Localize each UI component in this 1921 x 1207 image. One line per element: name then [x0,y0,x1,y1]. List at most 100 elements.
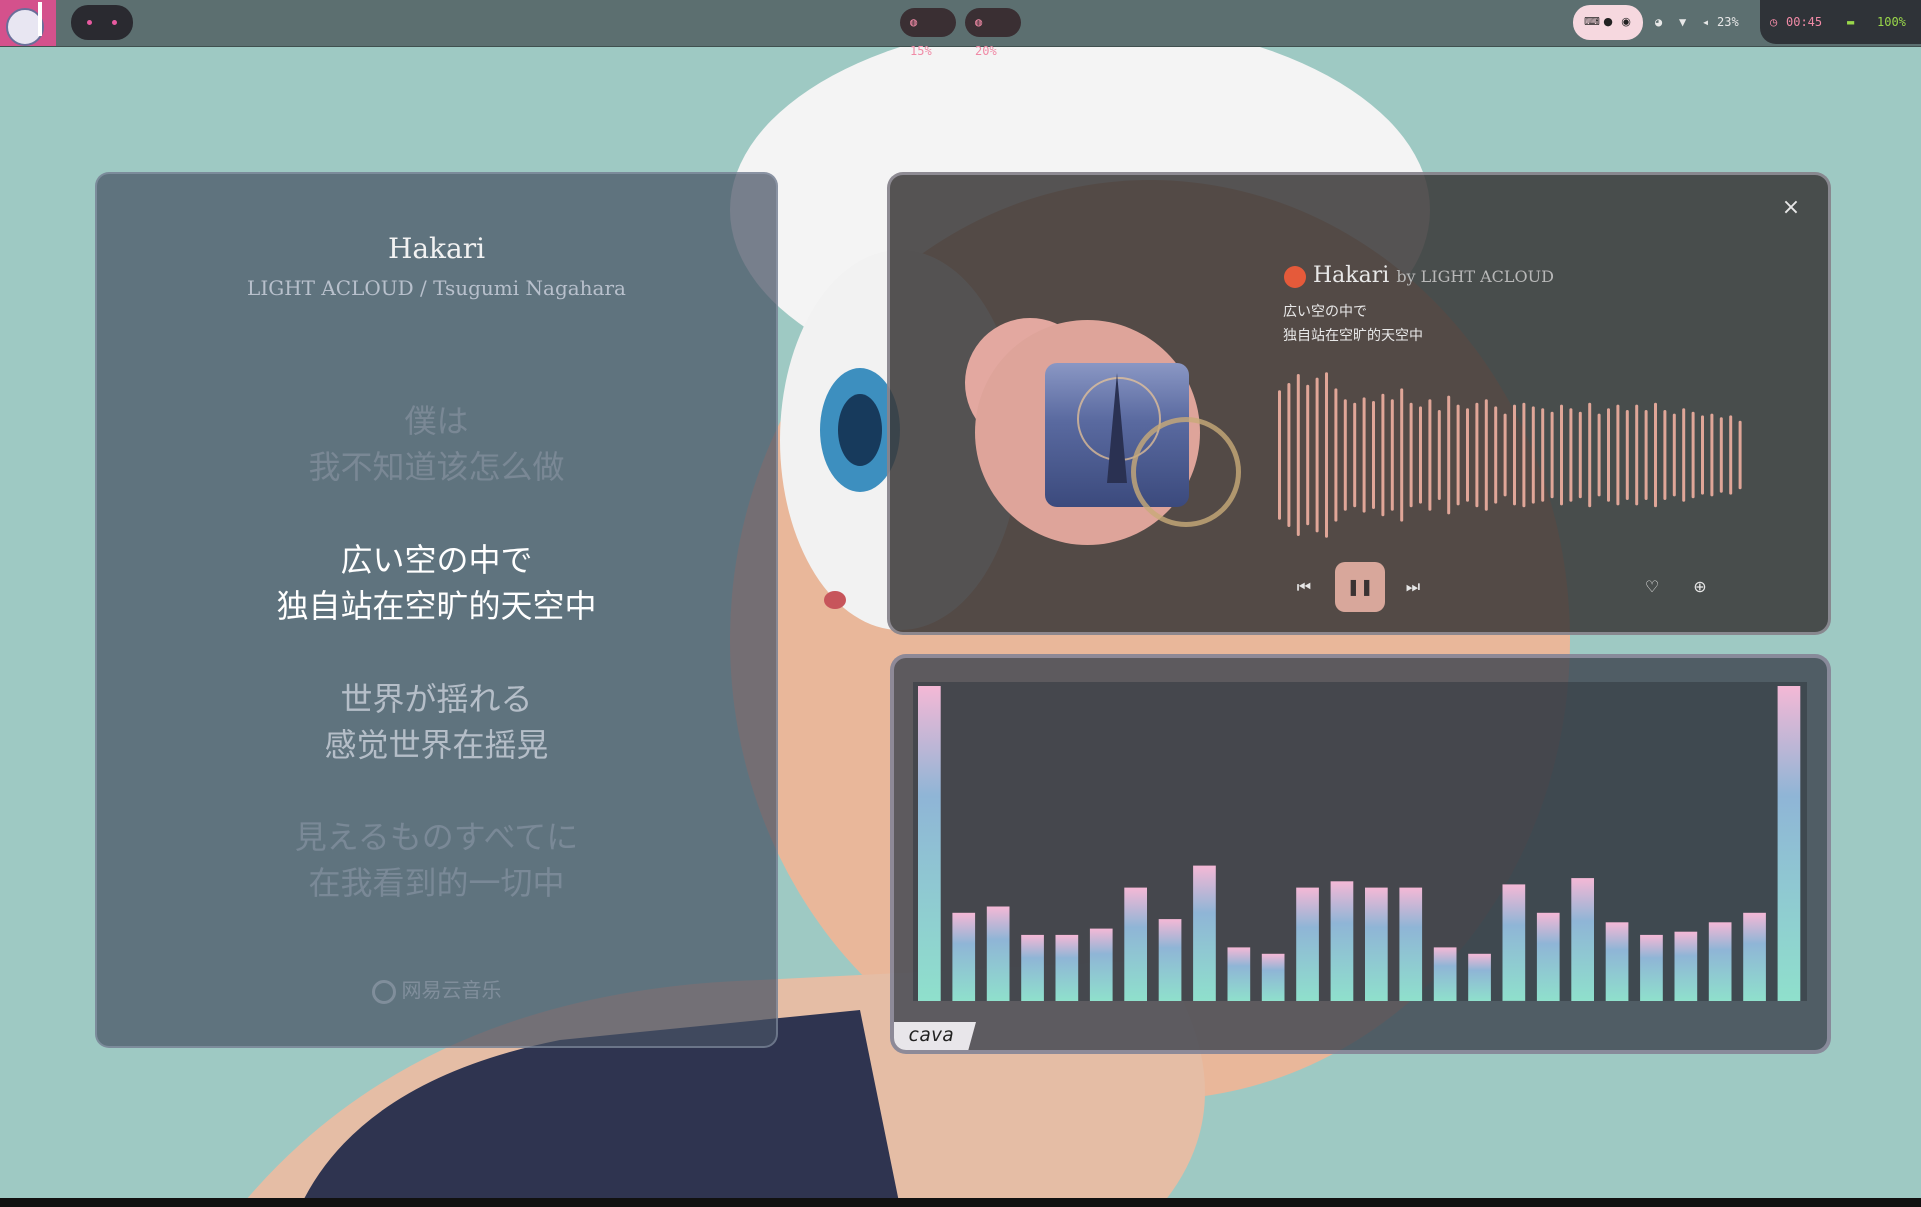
waveform-bar [1353,402,1357,508]
lyrics-panel: Hakari LIGHT ACLOUD / Tsugumi Nagahara 僕… [95,172,778,1048]
waveform-bar [1663,410,1667,500]
lyric-line[interactable]: 見えるものすべてに 在我看到的一切中 [97,814,776,906]
progress-waveform[interactable] [1278,365,1748,545]
workspace-dot-2[interactable] [112,20,117,25]
system-tray: ⌨ ● ◉ [1573,5,1643,40]
cava-bar [1708,922,1732,1001]
launcher-avatar[interactable] [0,0,56,46]
battery-value: 100% [1877,15,1906,29]
cava-bar [1158,919,1182,1001]
clock-battery-pill: ◷ 00:45 ▬ 100% [1760,0,1921,44]
waveform-bar [1287,383,1291,527]
waveform-bar [1597,413,1601,497]
cava-bar [1536,912,1560,1001]
previous-icon[interactable]: ⏮ [1294,577,1314,597]
waveform-bar [1588,402,1592,508]
volume-value[interactable]: 23% [1717,10,1739,34]
workspace-indicator[interactable] [71,5,133,40]
lyric-jp: 見えるものすべてに [294,818,579,856]
top-bar: ◍ 15% ◍ 20% ⌨ ● ◉ ◕ ▼ ◂ 23% ◷ 00:45 ▬ 10… [0,0,1921,58]
linux-icon[interactable]: ● [1602,16,1614,28]
cava-bar [1193,865,1216,1001]
cava-bar [1021,934,1044,1001]
lyric-jp: 広い空の中で [340,541,533,579]
record-icon[interactable]: ◉ [1620,16,1632,28]
player-lyric-cn: 独自站在空旷的天空中 [1283,328,1423,344]
heart-icon[interactable]: ♡ [1642,577,1662,597]
waveform-bar [1409,402,1413,508]
lyric-jp: 世界が揺れる [340,680,533,718]
waveform-bar [1569,408,1573,502]
cava-bar [1468,953,1491,1001]
waveform-bar [1522,402,1526,508]
cava-bar [1124,887,1147,1001]
cava-bar [1399,887,1423,1001]
lyric-line-active[interactable]: 広い空の中で 独自站在空旷的天空中 [97,537,776,629]
cava-bar [1330,881,1354,1001]
waveform-bar [1278,390,1281,520]
waveform-bar [1616,404,1620,506]
pause-button[interactable]: ❚❚ [1335,562,1385,612]
cava-bar [1605,922,1629,1001]
waveform-bar [1334,388,1338,522]
workspace-dot-1[interactable] [87,20,92,25]
cava-bar [918,686,941,1001]
palette-icon[interactable]: ◕ [1655,10,1662,34]
cava-bar [1227,947,1251,1001]
waveform-bar [1475,402,1479,508]
waveform-bar [1296,374,1300,536]
volume-icon[interactable]: ◂ [1702,10,1709,34]
waveform-bar [1466,408,1469,502]
memory-usage: ◍ 20% [965,8,1021,58]
lyric-cn: 感觉世界在摇晃 [324,726,549,764]
keyboard-icon[interactable]: ⌨ [1584,16,1600,28]
cava-background [913,682,1807,1001]
waveform-bar [1437,410,1441,500]
waveform-bar [1691,411,1695,499]
waveform-bar [1325,372,1328,538]
waveform-bar [1654,402,1657,508]
waveform-bar [1550,411,1554,499]
battery-icon: ▬ [1847,15,1855,29]
waveform-bar [1390,399,1394,511]
waveform-bar [1456,404,1460,506]
waveform-bar [1381,393,1385,517]
next-icon[interactable]: ⏭ [1403,577,1423,597]
cava-bar [952,912,976,1001]
netease-logo-icon [371,979,396,1004]
cava-bar [1089,928,1113,1001]
close-icon[interactable]: × [1780,197,1802,219]
waveform-bar [1729,415,1733,495]
waveform-bar [1531,406,1535,504]
waveform-bar [1503,413,1507,497]
lyric-line[interactable]: 僕は 我不知道该怎么做 [97,398,776,490]
waveform-bar [1541,408,1545,502]
waveform-bar [1710,413,1714,497]
cpu-value: 15% [910,44,932,58]
cava-bar [986,906,1010,1001]
waveform-bar [1682,408,1686,502]
waveform-bar [1513,404,1516,506]
clock[interactable]: 00:45 [1786,10,1822,34]
waveform-bar [1372,401,1375,509]
waveform-bar [1362,397,1366,513]
lyric-cn: 在我看到的一切中 [308,864,565,902]
cava-bar [1571,878,1594,1001]
waveform-bar [1419,406,1422,504]
cava-label: cava [908,1024,954,1046]
waveform-bar [1607,408,1610,502]
cava-visualizer-panel: cava [890,654,1831,1054]
waveform-bar [1400,388,1404,522]
wifi-icon[interactable]: ▼ [1679,10,1686,34]
waveform-bar [1578,411,1582,499]
pause-icon: ❚❚ [1346,577,1374,596]
download-icon[interactable]: ⊕ [1690,577,1710,597]
brand-label: 网易云音乐 [401,978,502,1002]
bottom-strip [0,1198,1921,1207]
lyric-line[interactable]: 世界が揺れる 感觉世界在摇晃 [97,676,776,768]
waveform-bar [1447,395,1451,515]
waveform-bar [1315,377,1319,533]
waveform-bar [1625,410,1629,500]
waveform-bar [1494,406,1498,504]
clock-icon: ◷ [1770,15,1778,29]
